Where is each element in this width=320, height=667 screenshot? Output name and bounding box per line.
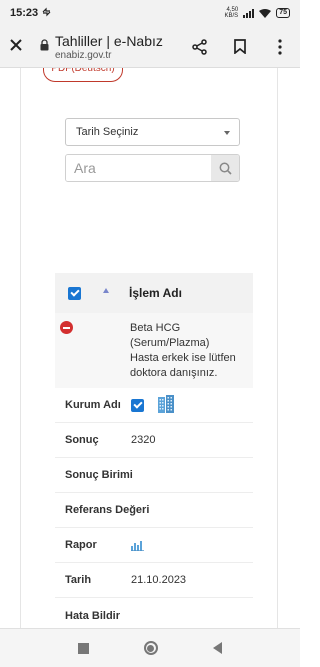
test-name-line: Hasta erkek ise lütfen <box>130 352 236 364</box>
page-url: enabiz.gov.tr <box>55 49 112 61</box>
network-speed: 4,50 KB/S <box>225 7 239 19</box>
share-icon[interactable] <box>180 38 220 55</box>
bookmark-icon[interactable] <box>220 39 260 54</box>
search-input[interactable] <box>66 155 211 181</box>
date-value: 21.10.2023 <box>131 574 187 586</box>
network-speed-unit: KB/S <box>224 13 239 19</box>
institution-checkbox[interactable] <box>131 398 144 412</box>
result-label: Sonuç <box>65 434 99 446</box>
building-icon[interactable] <box>156 394 176 417</box>
collapse-row-icon[interactable] <box>60 321 73 334</box>
detail-row-report: Rapor <box>55 528 253 563</box>
recent-apps-button[interactable] <box>77 642 89 654</box>
test-name: Beta HCG (Serum/Plazma) Hasta erkek ise … <box>130 321 250 381</box>
select-all-checkbox[interactable] <box>68 286 81 300</box>
signal-icon <box>243 8 255 18</box>
unit-label: Sonuç Birimi <box>65 469 133 481</box>
pdf-deutsch-button[interactable]: PDF(Deutsch) <box>43 68 123 82</box>
detail-row-institution: Kurum Adı <box>55 388 253 423</box>
search-icon[interactable] <box>211 155 239 181</box>
date-select-value: Tarih Seçiniz <box>76 126 139 138</box>
system-nav-bar <box>0 628 300 667</box>
report-error-link[interactable]: Hata Bildir <box>65 610 120 622</box>
page-title: Tahliller | e-Nabız <box>55 32 163 49</box>
results-card: PDF(Deutsch) Tarih Seçiniz İşlem Adı Bet… <box>20 68 278 628</box>
chart-icon[interactable] <box>131 540 144 551</box>
reference-label: Referans Değeri <box>65 504 150 516</box>
wifi-icon <box>259 8 272 18</box>
date-label: Tarih <box>65 574 92 586</box>
result-value: 2320 <box>131 434 156 446</box>
search-box <box>65 154 240 182</box>
back-button[interactable] <box>213 642 223 654</box>
caret-down-icon <box>224 131 230 135</box>
status-bar: 15:23 4,50 KB/S 75 <box>0 0 300 26</box>
column-header-procedure: İşlem Adı <box>129 286 182 300</box>
detail-row-date: Tarih 21.10.2023 <box>55 563 253 598</box>
detail-row-reference: Referans Değeri <box>55 493 253 528</box>
page-content: PDF(Deutsch) Tarih Seçiniz İşlem Adı Bet… <box>0 68 300 628</box>
test-name-line: Beta HCG <box>130 322 181 334</box>
date-select[interactable]: Tarih Seçiniz <box>65 118 240 146</box>
detail-row-unit: Sonuç Birimi <box>55 458 253 493</box>
test-name-line: doktora danışınız. <box>130 367 218 379</box>
institution-value <box>131 394 176 417</box>
sort-ascending-icon[interactable] <box>103 287 109 293</box>
institution-label: Kurum Adı <box>65 399 121 411</box>
report-label: Rapor <box>65 539 97 551</box>
battery-icon: 75 <box>276 8 290 18</box>
detail-row-report-error: Hata Bildir <box>55 598 253 628</box>
browser-toolbar: Tahliller | e-Nabız enabiz.gov.tr <box>0 26 300 68</box>
status-time: 15:23 <box>10 7 39 19</box>
page-title-block[interactable]: Tahliller | e-Nabız enabiz.gov.tr <box>55 33 180 61</box>
more-options-icon[interactable] <box>260 38 300 55</box>
test-name-line: (Serum/Plazma) <box>130 337 210 349</box>
detail-row-result: Sonuç 2320 <box>55 423 253 458</box>
table-row[interactable]: Beta HCG (Serum/Plazma) Hasta erkek ise … <box>55 313 253 388</box>
close-icon[interactable] <box>0 35 32 58</box>
home-button[interactable] <box>143 641 158 655</box>
row-details: Kurum Adı Sonuç 2320 Sonuç Birimi Refera… <box>55 388 253 628</box>
table-header: İşlem Adı <box>55 273 253 313</box>
lock-icon <box>40 38 50 56</box>
sync-icon <box>41 7 52 20</box>
